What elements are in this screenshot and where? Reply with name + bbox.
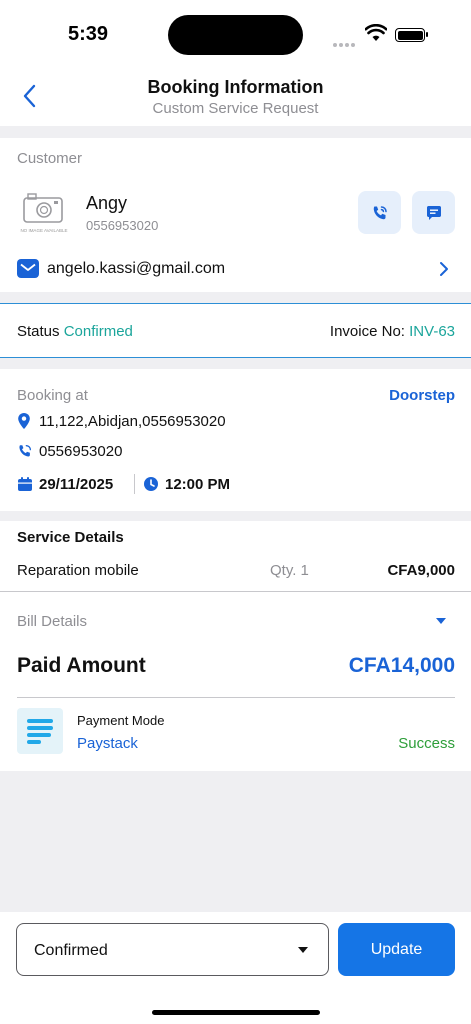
home-indicator [152, 1010, 320, 1015]
customer-phone: 0556953020 [86, 218, 159, 233]
status-bar: 5:39 [0, 0, 471, 66]
service-price: CFA9,000 [387, 562, 455, 579]
status-time: 5:39 [68, 23, 109, 45]
battery-icon [395, 28, 428, 42]
booking-address: 11,122,Abidjan,0556953020 [39, 413, 226, 430]
divider [134, 474, 135, 494]
phone-call-icon [373, 205, 387, 219]
status-select-value: Confirmed [34, 942, 108, 959]
status-value: Confirmed [63, 323, 133, 340]
update-button[interactable]: Update [338, 923, 455, 976]
payment-mode-value: Paystack [77, 735, 138, 752]
status-row: Status Confirmed [17, 323, 133, 340]
chevron-right-icon[interactable] [438, 260, 450, 278]
service-bill-card [0, 521, 471, 771]
no-image-text: NO IMAGE AVAILABLE [20, 228, 68, 233]
service-details-title: Service Details [17, 529, 124, 546]
status-label: Status [17, 323, 60, 340]
caret-down-icon[interactable] [436, 618, 446, 624]
invoice-row: Invoice No: INV-63 [330, 323, 455, 340]
status-card: Status Confirmed Invoice No: INV-63 [0, 303, 471, 358]
divider [17, 697, 455, 698]
invoice-label: Invoice No: [329, 323, 405, 340]
caret-down-icon [298, 947, 308, 953]
payment-mode-label: Payment Mode [77, 713, 165, 728]
bottom-action-bar: Confirmed Update [0, 912, 471, 1024]
clock-icon [144, 477, 158, 491]
customer-section-label: Customer [17, 150, 83, 167]
dynamic-island [168, 15, 303, 55]
booking-date: 29/11/2025 [39, 476, 114, 493]
cellular-signal-icon [333, 34, 357, 52]
service-name: Reparation mobile [17, 562, 139, 579]
wifi-icon [365, 24, 387, 41]
booking-type: Doorstep [389, 387, 455, 404]
service-qty: Qty. 1 [270, 562, 309, 579]
payment-method-icon [17, 708, 63, 754]
paid-amount-value: CFA14,000 [348, 654, 455, 677]
page-title: Booking Information [147, 77, 324, 97]
status-select[interactable]: Confirmed [16, 923, 329, 976]
paid-amount-label: Paid Amount [17, 654, 146, 677]
bill-details-label[interactable]: Bill Details [17, 613, 87, 630]
page-subtitle: Custom Service Request [152, 100, 319, 117]
phone-call-icon [19, 445, 31, 457]
booking-time: 12:00 PM [165, 476, 231, 493]
location-pin-icon [18, 413, 30, 429]
divider [0, 591, 471, 592]
booking-phone: 0556953020 [39, 443, 123, 460]
customer-email[interactable]: angelo.kassi@gmail.com [47, 260, 225, 278]
customer-name: Angy [86, 193, 128, 213]
mail-icon [17, 259, 39, 278]
message-button[interactable] [412, 191, 455, 234]
calendar-icon [18, 477, 32, 491]
call-button[interactable] [358, 191, 401, 234]
chat-bubble-icon [426, 205, 441, 220]
payment-status: Success [398, 735, 455, 752]
nav-header: Booking Information Custom Service Reque… [0, 66, 471, 126]
booking-label: Booking at [17, 387, 88, 404]
invoice-value: INV-63 [409, 323, 455, 340]
